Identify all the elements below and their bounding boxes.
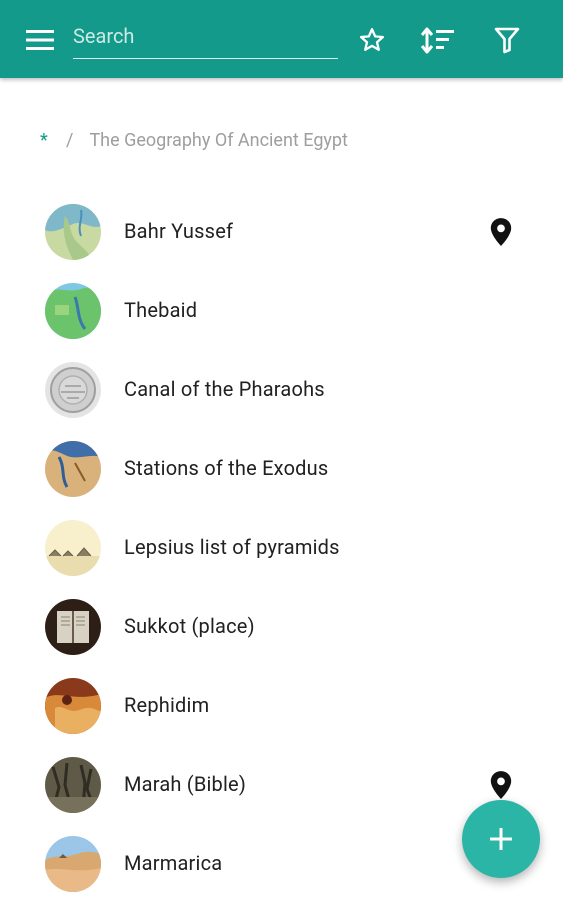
item-label: Stations of the Exodus bbox=[124, 456, 329, 480]
filter-button[interactable] bbox=[487, 20, 527, 60]
location-pin-icon[interactable] bbox=[488, 217, 514, 247]
list-item[interactable]: Thebaid bbox=[0, 272, 563, 351]
item-label: Bahr Yussef bbox=[124, 219, 234, 243]
thumbnail bbox=[45, 678, 101, 734]
list-item[interactable]: Lepsius list of pyramids bbox=[0, 509, 563, 588]
app-bar bbox=[0, 0, 563, 78]
list-item[interactable]: Sukkot (place) bbox=[0, 588, 563, 667]
star-icon bbox=[359, 28, 385, 51]
thumbnail bbox=[45, 283, 101, 339]
item-label: Canal of the Pharaohs bbox=[124, 377, 325, 401]
sort-icon bbox=[421, 27, 454, 54]
item-label: Lepsius list of pyramids bbox=[124, 535, 340, 559]
thumbnail bbox=[45, 362, 101, 418]
favorites-button[interactable] bbox=[352, 20, 392, 60]
filter-icon bbox=[494, 27, 520, 54]
location-pin-icon[interactable] bbox=[488, 770, 514, 800]
thumbnail bbox=[45, 836, 101, 892]
thumbnail bbox=[45, 520, 101, 576]
add-button[interactable] bbox=[462, 800, 540, 878]
breadcrumb-root[interactable]: * bbox=[40, 130, 50, 151]
breadcrumb-current: The Geography Of Ancient Egypt bbox=[89, 129, 348, 151]
list-item[interactable]: Canal of the Pharaohs bbox=[0, 351, 563, 430]
thumbnail bbox=[45, 599, 101, 655]
thumbnail bbox=[45, 757, 101, 813]
item-label: Rephidim bbox=[124, 693, 210, 717]
item-label: Marah (Bible) bbox=[124, 772, 247, 796]
breadcrumb-separator: / bbox=[66, 129, 74, 151]
list-item[interactable]: Rephidim bbox=[0, 667, 563, 746]
menu-icon bbox=[26, 30, 54, 50]
thumbnail bbox=[45, 204, 101, 260]
thumbnail bbox=[45, 441, 101, 497]
item-label: Marmarica bbox=[124, 851, 223, 875]
sort-button[interactable] bbox=[418, 20, 458, 60]
list-item[interactable]: Stations of the Exodus bbox=[0, 430, 563, 509]
item-label: Sukkot (place) bbox=[124, 614, 255, 638]
menu-button[interactable] bbox=[20, 22, 60, 58]
plus-icon bbox=[490, 828, 512, 850]
list-item[interactable]: Bahr Yussef bbox=[0, 193, 563, 272]
breadcrumb: * / The Geography Of Ancient Egypt bbox=[40, 128, 348, 152]
item-label: Thebaid bbox=[124, 298, 198, 322]
search-field bbox=[73, 18, 338, 59]
search-input[interactable] bbox=[73, 18, 333, 54]
